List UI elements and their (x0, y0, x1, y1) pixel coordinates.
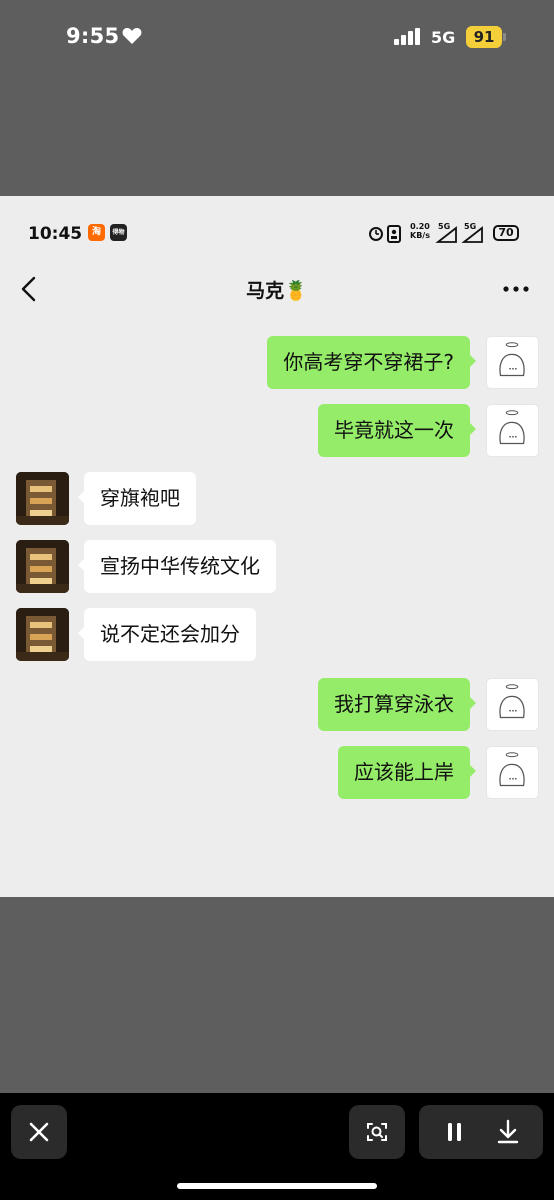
bubble-tail (469, 354, 476, 368)
message-bubble-received[interactable]: 穿旗袍吧 (84, 472, 196, 525)
alarm-icon (369, 227, 383, 241)
cartoon-cat-avatar-icon (499, 342, 525, 377)
screenshot-toolbar (0, 1093, 554, 1200)
my-avatar[interactable] (486, 404, 539, 457)
contact-avatar[interactable] (16, 472, 69, 525)
outer-network-label: 5G (431, 28, 456, 47)
message-row-sent: 毕竟就这一次 (0, 402, 554, 458)
close-icon (29, 1122, 49, 1142)
building-photo-avatar-icon (16, 608, 69, 661)
svg-text:5G: 5G (464, 222, 476, 231)
inner-battery-indicator: 70 (493, 225, 519, 241)
my-avatar[interactable] (486, 746, 539, 799)
taobao-badge-icon: 淘 (88, 224, 105, 241)
contact-card-icon (387, 225, 401, 243)
scan-button[interactable] (349, 1105, 405, 1159)
network-speed: 0.20 KB/s (410, 222, 430, 240)
message-bubble-sent[interactable]: 应该能上岸 (338, 746, 470, 799)
message-row-sent: 你高考穿不穿裙子? (0, 334, 554, 390)
bubble-tail (469, 764, 476, 778)
message-row-received: 说不定还会加分 (0, 606, 554, 662)
outer-time: 9:55 (66, 24, 120, 48)
my-avatar[interactable] (486, 336, 539, 389)
my-avatar[interactable] (486, 678, 539, 731)
building-photo-avatar-icon (16, 472, 69, 525)
message-row-sent: 我打算穿泳衣 (0, 676, 554, 732)
home-indicator[interactable] (177, 1183, 377, 1189)
download-icon[interactable] (497, 1119, 519, 1144)
message-bubble-sent[interactable]: 毕竟就这一次 (318, 404, 470, 457)
media-controls-icons (448, 1119, 519, 1144)
heart-icon (122, 28, 142, 44)
chat-screenshot: 10:45 淘 得物 5G 5G 0.20 KB/s 70 马克🍍 你高考穿不穿… (0, 196, 554, 897)
cartoon-cat-avatar-icon (499, 752, 525, 787)
inner-time: 10:45 (28, 224, 83, 244)
message-row-sent: 应该能上岸 (0, 744, 554, 800)
message-bubble-sent[interactable]: 我打算穿泳衣 (318, 678, 470, 731)
contact-avatar[interactable] (16, 608, 69, 661)
message-bubble-sent[interactable]: 你高考穿不穿裙子? (267, 336, 470, 389)
cartoon-cat-avatar-icon (499, 684, 525, 719)
svg-text:5G: 5G (438, 222, 450, 231)
signal-5g-icon-2: 5G (461, 222, 483, 243)
message-row-received: 宣扬中华传统文化 (0, 538, 554, 594)
media-controls-group (419, 1105, 543, 1159)
outer-status-bar: 9:55 5G 91 (0, 0, 554, 76)
message-bubble-received[interactable]: 宣扬中华传统文化 (84, 540, 276, 593)
outer-battery-cap (503, 33, 506, 41)
chat-title: 马克🍍 (246, 280, 308, 302)
signal-icon (394, 28, 420, 45)
pause-icon[interactable] (448, 1123, 461, 1141)
cartoon-cat-avatar-icon (499, 410, 525, 445)
network-speed-unit: KB/s (410, 231, 430, 240)
contact-avatar[interactable] (16, 540, 69, 593)
outer-battery-indicator: 91 (466, 26, 502, 48)
building-photo-avatar-icon (16, 540, 69, 593)
message-row-received: 穿旗袍吧 (0, 470, 554, 526)
screenshot-scan-icon (367, 1123, 387, 1141)
dewu-badge-icon: 得物 (110, 224, 127, 241)
chat-header: 马克🍍 (0, 264, 554, 314)
signal-5g-icon-1: 5G (435, 222, 457, 243)
bubble-tail (469, 696, 476, 710)
more-horizontal-icon[interactable] (503, 286, 529, 292)
message-bubble-received[interactable]: 说不定还会加分 (84, 608, 256, 661)
close-button[interactable] (11, 1105, 67, 1159)
bubble-tail (469, 422, 476, 436)
network-speed-value: 0.20 (410, 222, 430, 231)
